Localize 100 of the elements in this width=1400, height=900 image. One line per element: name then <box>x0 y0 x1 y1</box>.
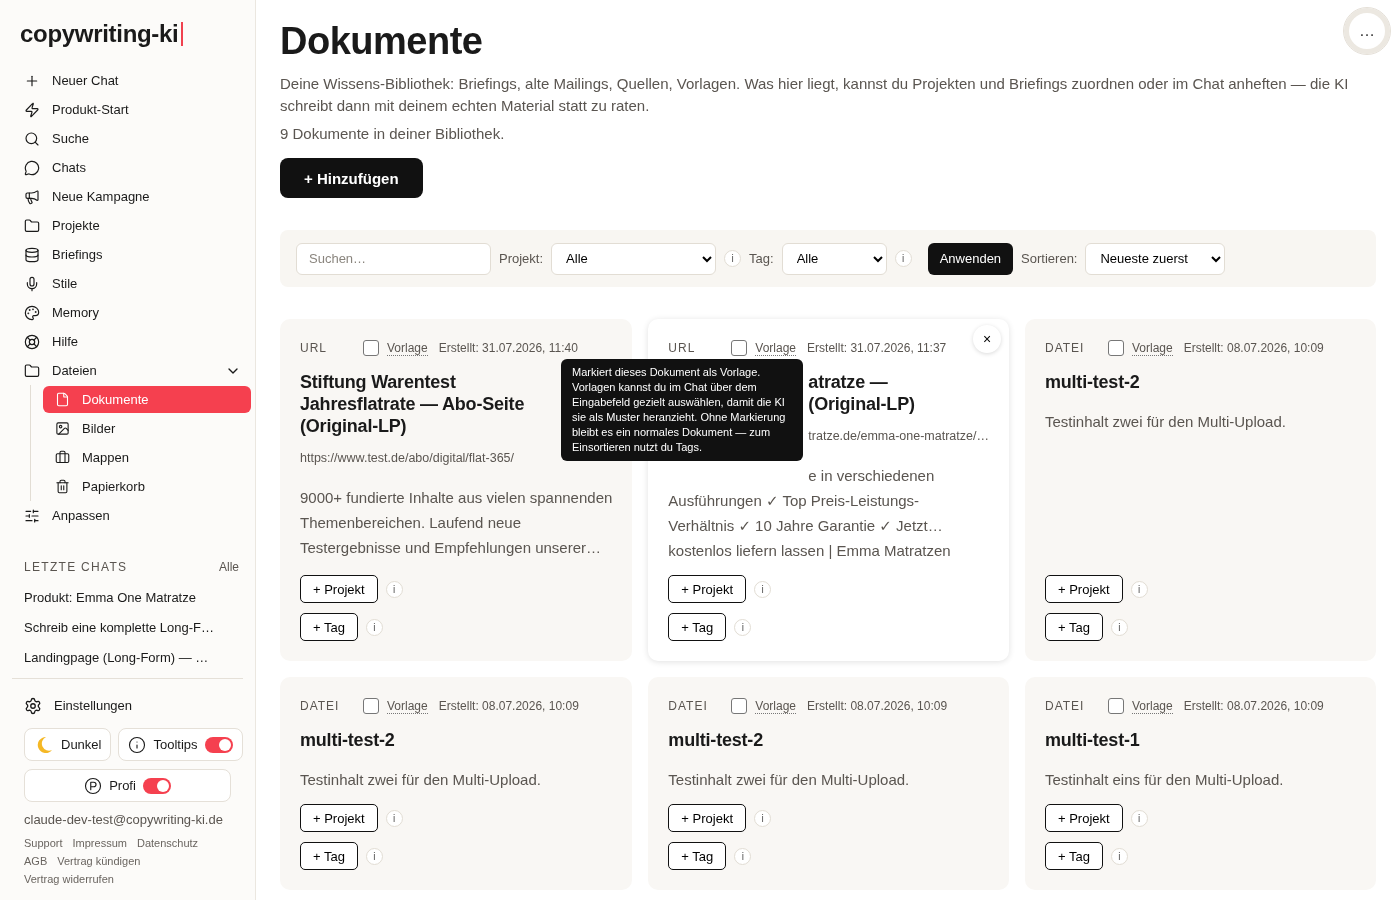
info-button[interactable]: i <box>754 809 771 827</box>
recent-chat[interactable]: Schreib eine komplette Long-F… <box>12 612 251 642</box>
logo[interactable]: copywriting-ki <box>20 20 179 48</box>
template-checkbox[interactable] <box>1107 698 1124 714</box>
setting-toggle[interactable]: Tooltips <box>118 728 243 761</box>
template-checkbox[interactable] <box>1107 340 1124 356</box>
footer-link[interactable]: Vertrag kündigen <box>57 855 141 867</box>
recent-chat[interactable]: Produkt: Emma One Matratze <box>12 582 251 612</box>
add-project-button[interactable]: + Projekt <box>1044 804 1123 832</box>
add-tag-button[interactable]: + Tag <box>1044 613 1103 641</box>
add-tag-button[interactable]: + Tag <box>300 613 358 641</box>
created-date: Erstellt: 08.07.2026, 10:09 <box>1183 341 1324 355</box>
nav-item[interactable]: Stile <box>12 269 251 298</box>
info-button[interactable]: i <box>1130 809 1148 827</box>
megaphone-icon <box>24 188 40 205</box>
add-project-button[interactable]: + Projekt <box>1044 575 1123 603</box>
document-card[interactable]: DATEI Vorlage Erstellt: 08.07.2026, 10:09 multi-test-1 Testinhalt eins für den Multi-Upload. + Projekt i + Tag i <box>1024 677 1376 890</box>
document-title: atratze — (Original-LP) <box>808 371 915 415</box>
search-field[interactable]: Suchen… <box>296 242 491 275</box>
info-button[interactable]: i <box>1130 580 1148 598</box>
add-tag-button[interactable]: + Tag <box>668 613 727 641</box>
theme-toggle[interactable]: Dunkel <box>24 728 112 761</box>
nav-item[interactable]: Briefings <box>12 240 251 269</box>
template-checkbox[interactable] <box>731 698 748 714</box>
apply-button[interactable]: Anwenden <box>927 242 1014 275</box>
info-button[interactable]: i <box>734 847 752 865</box>
add-tag-button[interactable]: + Tag <box>1044 842 1103 870</box>
settings-item[interactable]: Einstellungen <box>12 691 251 720</box>
nav-subitem[interactable]: Mappen <box>43 444 251 471</box>
info-button[interactable]: i <box>734 618 752 636</box>
footer-link[interactable]: Datenschutz <box>136 837 199 849</box>
text-cursor <box>181 22 184 46</box>
sort-select[interactable]: Neueste zuerst <box>1085 242 1226 275</box>
add-project-button[interactable]: + Projekt <box>668 575 746 603</box>
nav-item[interactable]: Hilfe <box>12 327 251 356</box>
add-button[interactable]: + Hinzufügen <box>280 158 423 198</box>
info-button[interactable]: i <box>385 580 403 598</box>
document-type: DATEI <box>1044 341 1086 355</box>
template-label[interactable]: Vorlage <box>755 340 797 356</box>
info-icon <box>128 735 147 754</box>
tag-select[interactable]: Alle <box>781 242 887 275</box>
info-button[interactable]: i <box>385 809 403 827</box>
add-project-button[interactable]: + Projekt <box>300 575 378 603</box>
nav-item[interactable]: Dateien <box>12 356 251 385</box>
template-label[interactable]: Vorlage <box>1131 340 1173 356</box>
more-button[interactable]: … <box>1344 8 1390 54</box>
document-count: 9 Dokumente in deiner Bibliothek. <box>280 125 506 142</box>
toggle-switch[interactable] <box>204 736 233 753</box>
setting-toggle[interactable]: Profi <box>24 769 231 802</box>
nav-item[interactable]: Neue Kampagne <box>12 182 251 211</box>
section-heading: LETZTE CHATS <box>24 560 128 574</box>
project-select[interactable]: Alle <box>551 242 717 275</box>
template-label[interactable]: Vorlage <box>755 698 797 714</box>
folder-icon <box>24 362 40 379</box>
nav-subitem[interactable]: Bilder <box>43 415 251 442</box>
info-button[interactable]: i <box>754 580 771 598</box>
nav-item[interactable]: Projekte <box>12 211 251 240</box>
add-project-button[interactable]: + Projekt <box>668 804 746 832</box>
document-card[interactable]: DATEI Vorlage Erstellt: 08.07.2026, 10:09 multi-test-2 Testinhalt zwei für den Multi-Upload. + Projekt i + Tag i <box>1024 319 1376 661</box>
info-button[interactable]: i <box>365 618 383 636</box>
close-button[interactable]: × <box>972 325 1001 353</box>
info-button[interactable]: i <box>365 847 383 865</box>
footer-link[interactable]: AGB <box>24 855 48 867</box>
nav-item[interactable]: Anpassen <box>12 501 251 530</box>
nav-item[interactable]: Produkt-Start <box>12 95 251 124</box>
footer-link[interactable]: Vertrag widerrufen <box>24 873 114 885</box>
add-tag-button[interactable]: + Tag <box>668 842 727 870</box>
footer-link[interactable]: Impressum <box>72 837 127 849</box>
all-chats-link[interactable]: Alle <box>219 560 239 574</box>
document-url: https://www.test.de/abo/digital/flat-365/ <box>300 451 514 465</box>
document-type: URL <box>668 341 697 355</box>
document-description: Testinhalt zwei für den Multi-Upload. <box>300 770 541 790</box>
document-description: 9000+ fundierte Inhalte aus vielen spannenden Themenbereichen. Laufend neue Testergebnisse und Empfehlungen unserer… <box>300 488 613 558</box>
document-title: multi-test-2 <box>300 729 395 751</box>
user-email: claude-dev-test@copywriting-ki.de <box>23 811 224 829</box>
footer-link[interactable]: Support <box>24 837 63 849</box>
template-checkbox[interactable] <box>731 340 748 356</box>
template-checkbox[interactable] <box>363 698 379 714</box>
template-label[interactable]: Vorlage <box>387 698 428 714</box>
add-tag-button[interactable]: + Tag <box>300 842 358 870</box>
info-button[interactable]: i <box>894 250 912 267</box>
info-button[interactable]: i <box>1110 618 1128 636</box>
nav-item[interactable]: Neuer Chat <box>12 66 251 95</box>
created-date: Erstellt: 08.07.2026, 10:09 <box>807 699 948 713</box>
document-card[interactable]: DATEI Vorlage Erstellt: 08.07.2026, 10:09 multi-test-2 Testinhalt zwei für den Multi-Upload. + Projekt i + Tag i <box>648 677 1009 890</box>
document-card[interactable]: DATEI Vorlage Erstellt: 08.07.2026, 10:09 multi-test-2 Testinhalt zwei für den Multi-Upload. + Projekt i + Tag i <box>280 677 633 890</box>
recent-chat[interactable]: Landingpage (Long-Form) — … <box>12 642 251 672</box>
nav-item[interactable]: Memory <box>12 298 251 327</box>
toggle-switch[interactable] <box>142 777 171 794</box>
nav-item[interactable]: Suche <box>12 124 251 153</box>
template-label[interactable]: Vorlage <box>1131 698 1173 714</box>
info-button[interactable]: i <box>1110 847 1128 865</box>
template-checkbox[interactable] <box>363 340 379 356</box>
document-description: Testinhalt zwei für den Multi-Upload. <box>668 770 910 790</box>
template-label[interactable]: Vorlage <box>387 340 428 356</box>
nav-subitem[interactable]: Papierkorb <box>43 473 251 500</box>
add-project-button[interactable]: + Projekt <box>300 804 378 832</box>
info-button[interactable]: i <box>724 250 742 267</box>
nav-subitem[interactable]: Dokumente <box>43 386 251 413</box>
nav-item[interactable]: Chats <box>12 153 251 182</box>
